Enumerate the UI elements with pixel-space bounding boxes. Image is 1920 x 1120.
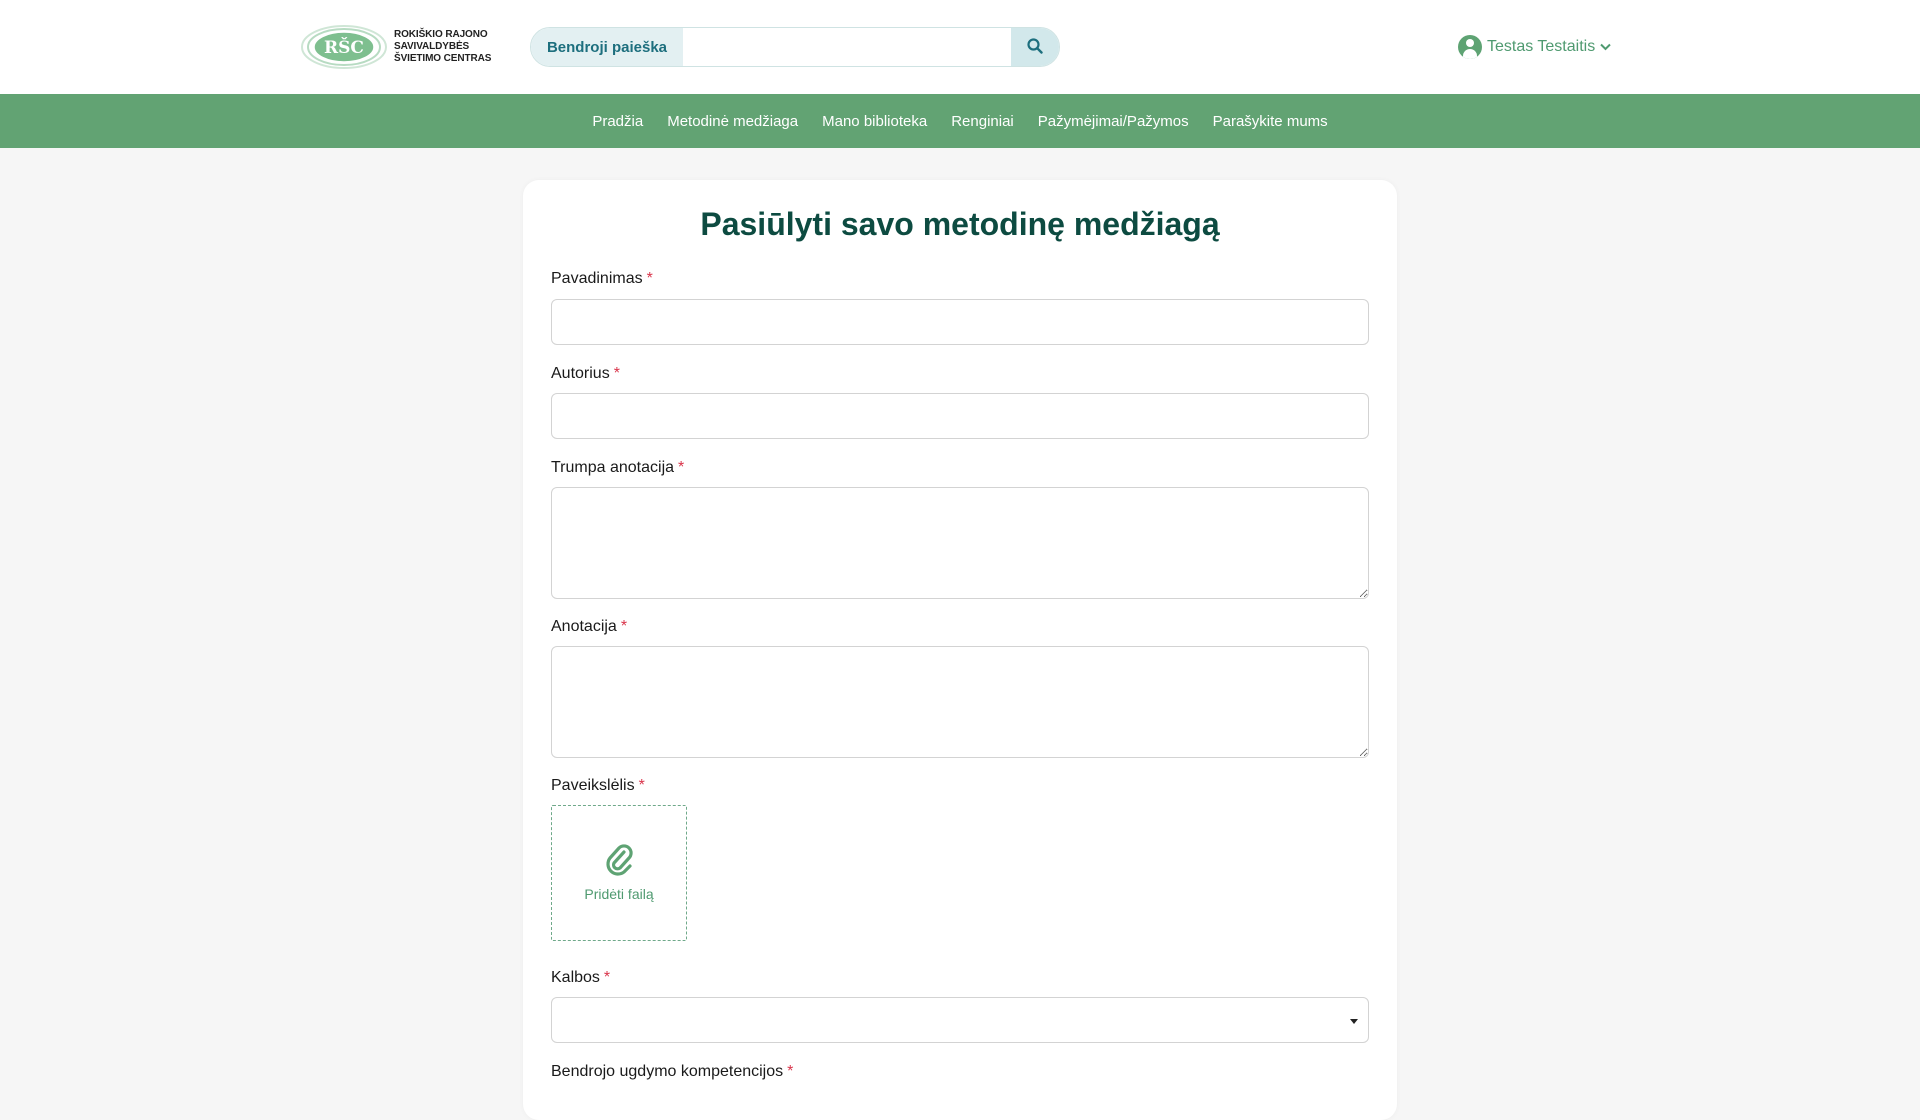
required-mark: * bbox=[603, 969, 611, 986]
nav-item-metodine-medziaga[interactable]: Metodinė medžiaga bbox=[655, 113, 810, 130]
submission-form-card: Pasiūlyti savo metodinę medžiagą Pavadin… bbox=[523, 180, 1397, 1120]
label-anotacija: Anotacija * bbox=[551, 618, 628, 635]
label-kalbos: Kalbos * bbox=[551, 969, 611, 986]
nav-item-pradzia[interactable]: Pradžia bbox=[580, 113, 655, 130]
user-icon bbox=[1458, 35, 1482, 59]
logo-badge-text: RŠC bbox=[324, 37, 364, 58]
search-button[interactable] bbox=[1011, 28, 1059, 66]
logo-line-3: ŠVIETIMO CENTRAS bbox=[394, 53, 492, 64]
search-input[interactable] bbox=[683, 28, 1011, 66]
required-mark: * bbox=[678, 459, 685, 476]
site-logo[interactable]: RŠC ROKIŠKIO RAJONO SAVIVALDYBĖS ŠVIETIM… bbox=[300, 22, 491, 72]
pavadinimas-input[interactable] bbox=[551, 299, 1369, 345]
nav-item-renginiai[interactable]: Renginiai bbox=[939, 113, 1026, 130]
global-search: Bendroji paieška bbox=[530, 27, 1060, 67]
logo-text: ROKIŠKIO RAJONO SAVIVALDYBĖS ŠVIETIMO CE… bbox=[394, 29, 491, 65]
page-title: Pasiūlyti savo metodinę medžiagą bbox=[700, 206, 1220, 242]
logo-line-2: SAVIVALDYBĖS bbox=[394, 41, 470, 52]
required-mark: * bbox=[613, 365, 620, 382]
autorius-input[interactable] bbox=[551, 393, 1369, 439]
trumpa-anotacija-textarea[interactable] bbox=[551, 487, 1369, 599]
add-file-button[interactable]: Pridėti failą bbox=[551, 805, 687, 941]
required-mark: * bbox=[646, 270, 653, 287]
label-kompetencijos: Bendrojo ugdymo kompetencijos * bbox=[551, 1063, 794, 1080]
user-menu[interactable]: Testas Testaitis bbox=[1458, 32, 1611, 62]
add-file-label: Pridėti failą bbox=[584, 886, 654, 902]
nav-item-pazymejimai[interactable]: Pažymėjimai/Pažymos bbox=[1026, 113, 1201, 130]
label-paveikslelis: Paveikslėlis * bbox=[551, 777, 645, 794]
site-header: RŠC ROKIŠKIO RAJONO SAVIVALDYBĖS ŠVIETIM… bbox=[0, 0, 1920, 94]
label-trumpa-anotacija: Trumpa anotacija * bbox=[551, 459, 685, 476]
paperclip-icon bbox=[604, 844, 634, 880]
anotacija-textarea[interactable] bbox=[551, 646, 1369, 758]
user-name: Testas Testaitis bbox=[1487, 38, 1596, 55]
required-mark: * bbox=[638, 777, 645, 794]
label-pavadinimas: Pavadinimas * bbox=[551, 270, 653, 287]
caret-down-icon bbox=[1350, 1019, 1358, 1024]
main-nav: Pradžia Metodinė medžiaga Mano bibliotek… bbox=[0, 94, 1920, 148]
nav-item-parasykite-mums[interactable]: Parašykite mums bbox=[1201, 113, 1340, 130]
nav-item-mano-biblioteka[interactable]: Mano biblioteka bbox=[810, 113, 939, 130]
logo-badge-icon: RŠC bbox=[300, 24, 388, 70]
label-autorius: Autorius * bbox=[551, 365, 620, 382]
logo-line-1: ROKIŠKIO RAJONO bbox=[394, 29, 488, 40]
chevron-down-icon bbox=[1600, 40, 1611, 54]
kalbos-select[interactable] bbox=[551, 997, 1369, 1043]
required-mark: * bbox=[787, 1063, 794, 1080]
search-label[interactable]: Bendroji paieška bbox=[531, 28, 683, 66]
required-mark: * bbox=[620, 618, 628, 635]
search-icon bbox=[1027, 37, 1043, 57]
